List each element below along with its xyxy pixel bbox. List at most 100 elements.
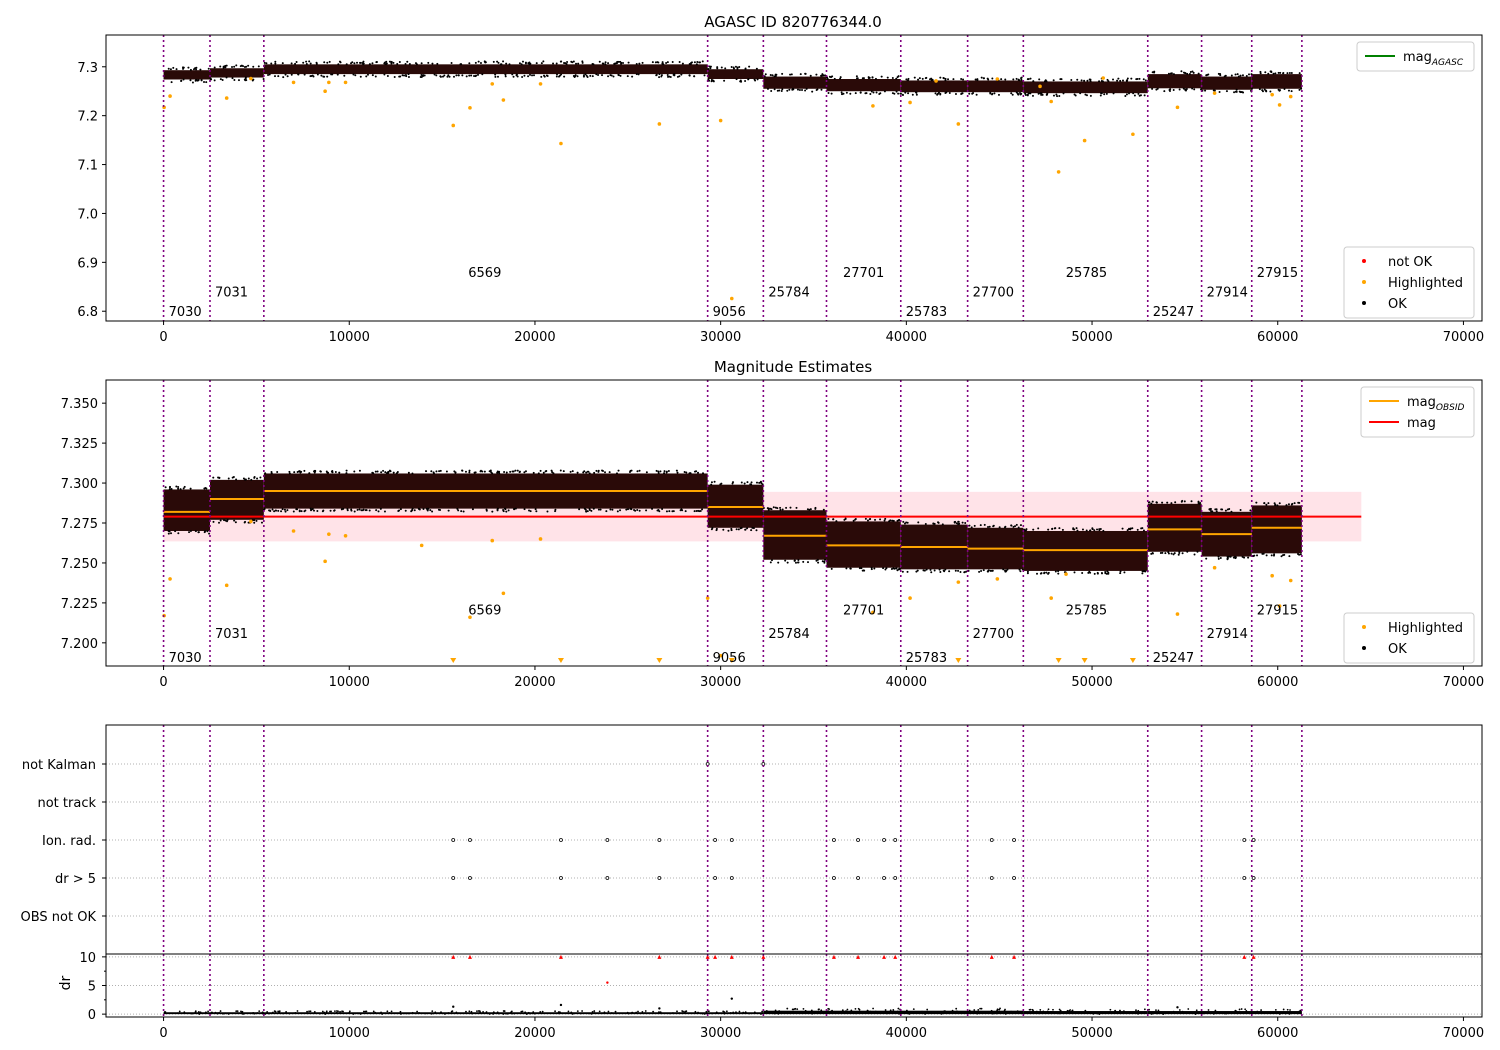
p1-ok-point <box>209 77 212 80</box>
dr-point <box>893 1010 895 1013</box>
dr-point <box>685 1010 688 1013</box>
dr-point <box>1198 1012 1201 1015</box>
p2-ok-point <box>1043 571 1046 574</box>
p1-ok-point <box>666 61 669 64</box>
p2-ok-point <box>1148 501 1151 504</box>
p1-ok-point <box>1099 94 1102 97</box>
p2-ok-point <box>468 469 471 472</box>
p1-ok-point <box>337 63 340 66</box>
dr-point <box>968 1009 971 1012</box>
p2-ok-point <box>1003 526 1006 529</box>
p2-ok-point <box>743 482 746 485</box>
p2-ok-point <box>233 519 236 522</box>
p2-ok-point <box>835 520 838 523</box>
p1-ok-point <box>265 62 268 65</box>
p1-ok-point <box>1178 88 1181 91</box>
p1-ok-point <box>1080 79 1083 82</box>
p2-ok-point <box>1045 571 1048 574</box>
p2-ok-point <box>177 532 180 535</box>
dr-point <box>1250 1011 1253 1014</box>
p2-ok-point <box>197 531 200 534</box>
dr-point <box>857 1007 860 1010</box>
p2-ok-point <box>959 571 962 574</box>
panel1-axes: 6.86.97.07.17.27.30 10000 20000 30000 40000 5… <box>77 61 1484 345</box>
p2-ok-point <box>769 507 772 510</box>
p2-ok-point <box>411 507 414 510</box>
p2-ok-point <box>785 506 788 509</box>
dr-point <box>1256 1010 1259 1013</box>
p1-ok-point <box>1239 74 1242 77</box>
p1-ok-point <box>939 93 942 96</box>
p2-ok-point <box>755 529 758 532</box>
p1-obsid-label: 6569 <box>468 266 501 281</box>
p1-ok-point <box>1100 80 1103 83</box>
p2-ok-point <box>638 469 641 472</box>
dr-point <box>777 1012 780 1015</box>
dr-point <box>430 1012 433 1015</box>
p1-ok-point <box>407 76 410 79</box>
p1-ok-point <box>343 74 346 77</box>
p2-ok-point <box>1089 571 1092 574</box>
p1-ok-point <box>897 92 900 95</box>
p1-ok-point <box>270 62 273 65</box>
p2-xtick-label: 10000 <box>329 675 370 690</box>
p2-ok-point <box>269 510 272 513</box>
p1-ok-point <box>801 88 804 91</box>
p2-ok-point <box>376 470 379 473</box>
p2-ok-point <box>398 509 401 512</box>
p1-ok-point <box>470 74 473 77</box>
p1-highlighted-point <box>1082 138 1087 143</box>
p2-ok-point <box>576 471 579 474</box>
p2-ok-point <box>588 472 591 475</box>
p1-ok-point <box>540 62 543 65</box>
p1-ok-point <box>1103 93 1106 96</box>
p2-below-range-marker <box>450 658 457 663</box>
dr-point <box>811 1012 814 1015</box>
dr-point <box>1284 1012 1287 1015</box>
p1-ok-point <box>1191 87 1194 90</box>
p2-ok-point <box>710 481 713 484</box>
flag-point <box>989 876 994 880</box>
p2-ok-point <box>1091 528 1094 531</box>
dr-point <box>340 1012 343 1015</box>
p2-ok-point <box>534 508 537 511</box>
p2-ok-point <box>991 569 994 572</box>
p2-ok-point <box>1199 502 1202 505</box>
dr-point <box>356 1012 359 1015</box>
p1-ok-point <box>1143 94 1146 97</box>
dr-point <box>1098 1013 1101 1016</box>
p1-ok-point <box>406 60 409 63</box>
p1-ok-point <box>665 61 668 64</box>
p1-ok-point <box>820 74 823 77</box>
p2-ok-point <box>212 476 215 479</box>
dr-point <box>386 1010 389 1013</box>
p1-highlighted-point <box>224 96 229 100</box>
p1-ok-point <box>566 61 569 64</box>
p2-ok-point <box>793 559 796 562</box>
p1-ok-point <box>532 74 535 77</box>
p1-ok-point <box>604 61 607 64</box>
p2-ok-point <box>399 508 402 511</box>
dr-point <box>921 1010 923 1013</box>
p2-ok-point <box>1247 556 1250 559</box>
p2-ok-point <box>898 519 901 522</box>
p1-ok-point <box>542 60 545 63</box>
p2-ok-point <box>569 470 572 473</box>
p1-ok-point <box>902 93 905 96</box>
dr-point <box>635 1011 638 1014</box>
p1-ok-point <box>627 61 630 64</box>
p1-ok-point <box>1037 92 1040 95</box>
p2-ok-point <box>485 508 488 511</box>
p1-ok-point <box>203 81 206 84</box>
p2-ok-point <box>1128 528 1131 531</box>
p1-ok-point <box>407 73 410 76</box>
p1-ok-point <box>350 62 353 65</box>
p1-ok-point <box>1168 89 1171 92</box>
dr-point <box>820 1009 823 1012</box>
dr-point <box>1168 1011 1171 1014</box>
p2-ok-point <box>298 510 301 513</box>
panel2-title: Magnitude Estimates <box>714 358 872 376</box>
p2-ok-point <box>204 530 207 533</box>
dr-point <box>796 1008 799 1011</box>
p1-ok-point <box>960 92 963 95</box>
